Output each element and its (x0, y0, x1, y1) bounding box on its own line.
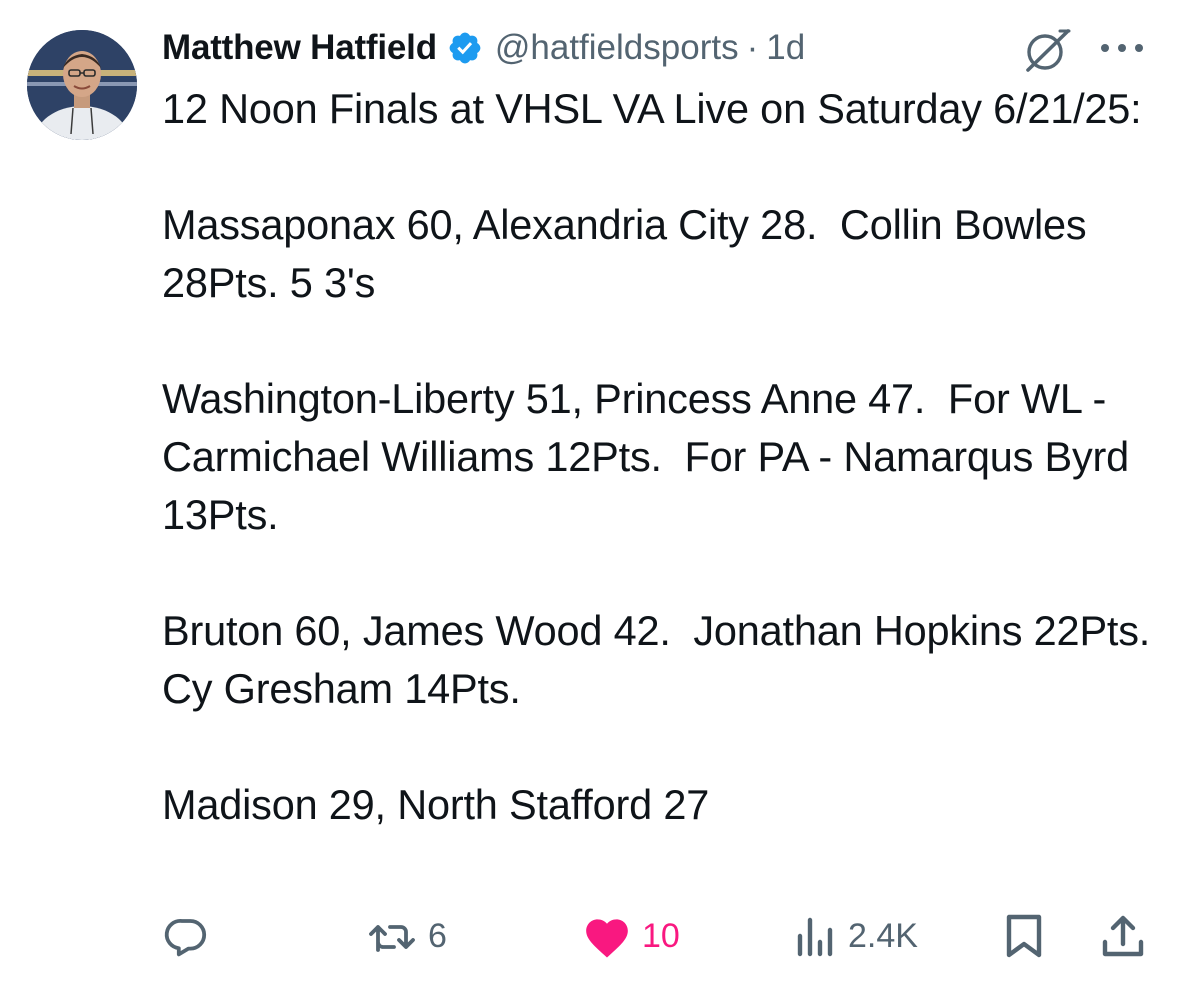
reply-icon (164, 919, 207, 957)
avatar[interactable] (27, 30, 137, 140)
views-count: 2.4K (848, 916, 918, 955)
views-icon (797, 917, 833, 957)
retweet-button[interactable]: 6 (366, 904, 447, 968)
tweet-paragraph: Madison 29, North Stafford 27 (162, 781, 710, 828)
author-handle[interactable]: @hatfieldsports (495, 28, 739, 68)
like-button[interactable]: 10 (582, 904, 680, 968)
grok-icon[interactable] (1020, 26, 1074, 74)
tweet-paragraph: Washington-Liberty 51, Princess Anne 47.… (162, 375, 1141, 538)
tweet-paragraph: Massaponax 60, Alexandria City 28. Colli… (162, 201, 1098, 306)
views-button[interactable]: 2.4K (794, 904, 918, 968)
author-name[interactable]: Matthew Hatfield (162, 28, 437, 68)
separator-dot: · (746, 28, 759, 67)
action-bar: 6 10 2.4K (0, 904, 1179, 968)
like-count: 10 (642, 916, 680, 955)
tweet-paragraph: Bruton 60, James Wood 42. Jonathan Hopki… (162, 607, 1173, 712)
tweet-header: Matthew Hatfield @hatfieldsports · 1d (162, 24, 805, 72)
retweet-icon (369, 925, 415, 952)
tweet-paragraph: 12 Noon Finals at VHSL VA Live on Saturd… (162, 85, 1142, 132)
tweet-text: 12 Noon Finals at VHSL VA Live on Saturd… (162, 80, 1152, 834)
retweet-count: 6 (428, 916, 447, 955)
more-icon[interactable] (1098, 40, 1146, 56)
timestamp[interactable]: 1d (766, 28, 805, 68)
bookmark-button[interactable] (1002, 904, 1046, 968)
verified-badge-icon (449, 32, 481, 64)
like-icon (586, 919, 628, 958)
reply-button[interactable] (162, 904, 210, 968)
share-button[interactable] (1100, 904, 1146, 968)
share-icon (1102, 915, 1144, 957)
bookmark-icon (1006, 914, 1042, 958)
